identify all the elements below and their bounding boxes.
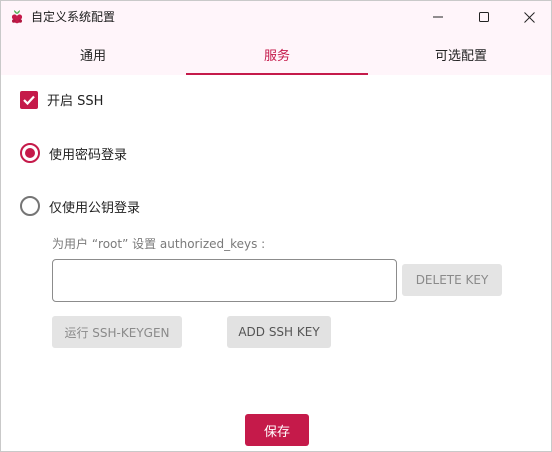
delete-key-button[interactable]: DELETE KEY (402, 264, 502, 296)
password-login-label: 使用密码登录 (49, 147, 128, 163)
tab-services[interactable]: 服务 (185, 33, 369, 75)
raspberry-icon (10, 9, 24, 25)
active-tab-indicator (186, 73, 368, 75)
title-bar[interactable]: 自定义系统配置 (1, 1, 551, 33)
checkmark-icon (23, 95, 35, 105)
tab-general[interactable]: 通用 (1, 33, 185, 75)
ssh-key-input[interactable] (52, 259, 397, 302)
tab-bar: 通用 服务 可选配置 (1, 33, 551, 75)
enable-ssh-checkbox[interactable] (20, 90, 38, 109)
add-ssh-key-button[interactable]: ADD SSH KEY (227, 316, 331, 348)
pubkey-login-option[interactable]: 仅使用公钥登录 (20, 196, 140, 216)
authorized-keys-caption: 为用户 “root” 设置 authorized_keys : (52, 237, 266, 251)
tab-options[interactable]: 可选配置 (369, 33, 551, 75)
pubkey-login-radio[interactable] (20, 196, 40, 216)
save-button[interactable]: 保存 (245, 414, 309, 446)
radio-selected-dot (25, 148, 35, 158)
password-login-radio[interactable] (20, 143, 40, 163)
run-ssh-keygen-button[interactable]: 运行 SSH-KEYGEN (52, 316, 182, 348)
settings-dialog: 自定义系统配置 通用 服务 可选配置 开启 SSH 使用密码登录 仅使用公钥登录… (0, 0, 552, 452)
maximize-button[interactable] (461, 1, 507, 33)
pubkey-login-label: 仅使用公钥登录 (49, 200, 141, 216)
minimize-icon (433, 16, 443, 18)
close-button[interactable] (506, 1, 551, 33)
enable-ssh-checkbox-row[interactable]: 开启 SSH (20, 90, 103, 109)
password-login-option[interactable]: 使用密码登录 (20, 143, 127, 163)
enable-ssh-label: 开启 SSH (47, 94, 104, 109)
window-title: 自定义系统配置 (31, 10, 116, 24)
minimize-button[interactable] (415, 1, 461, 33)
close-icon (523, 11, 535, 23)
maximize-icon (479, 12, 489, 22)
